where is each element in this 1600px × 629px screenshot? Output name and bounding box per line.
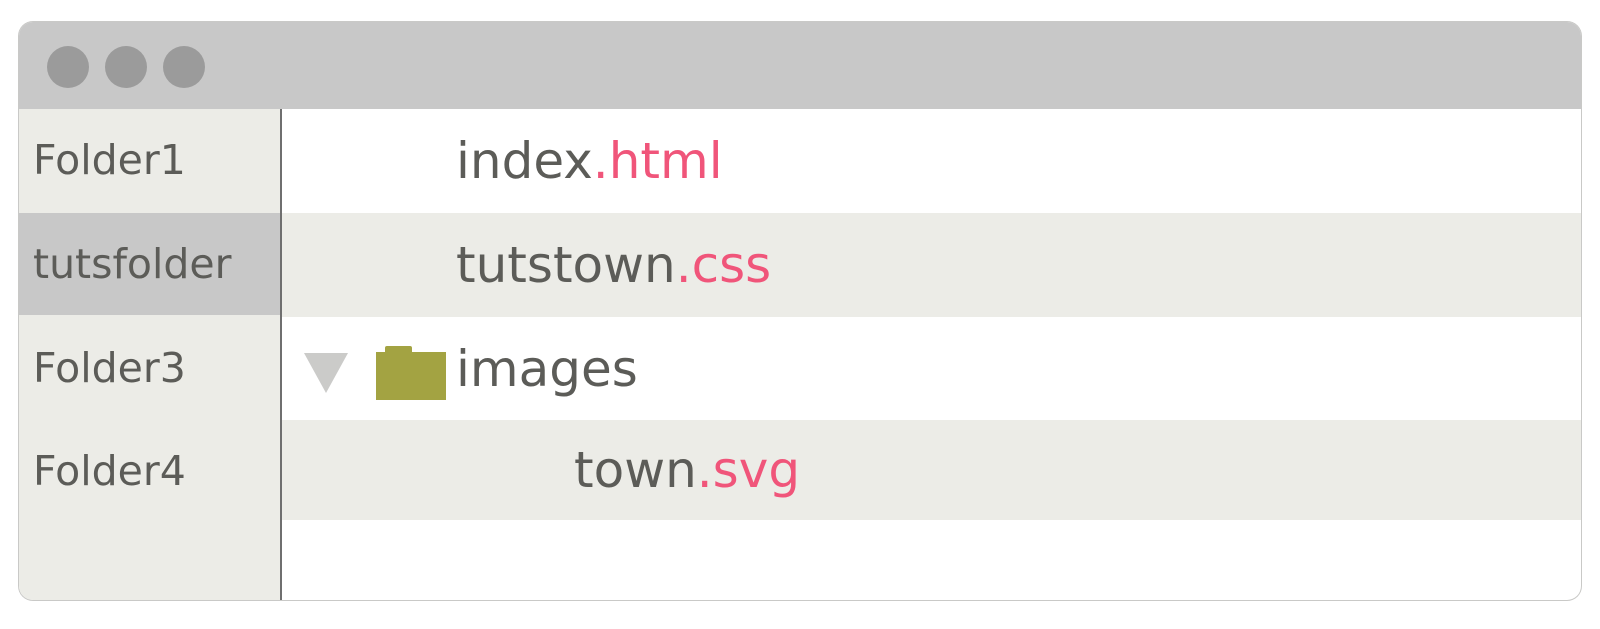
file-row-index-html[interactable]: index .html — [282, 109, 1581, 213]
file-name: index .html — [456, 109, 723, 213]
minimize-window-button[interactable] — [105, 46, 147, 88]
file-row-tutstown-css[interactable]: tutstown .css — [282, 213, 1581, 317]
sidebar-item-label: tutsfolder — [33, 240, 232, 288]
zoom-window-button[interactable] — [163, 46, 205, 88]
sidebar-item-folder4[interactable]: Folder4 — [19, 420, 280, 522]
sidebar-item-folder3[interactable]: Folder3 — [19, 317, 280, 419]
file-extension: .svg — [696, 441, 801, 499]
triangle-down-icon[interactable] — [304, 353, 348, 393]
folder-name: images — [456, 340, 638, 398]
folder-row-images[interactable]: images — [282, 317, 1581, 421]
file-extension: .css — [675, 236, 772, 294]
sidebar-item-tutsfolder[interactable]: tutsfolder — [19, 213, 280, 315]
sidebar-item-label: Folder1 — [33, 136, 186, 184]
sidebar-item-folder1[interactable]: Folder1 — [19, 109, 280, 211]
file-basename: town — [574, 441, 697, 499]
file-basename: tutstown — [456, 236, 676, 294]
sidebar-item-label: Folder4 — [33, 447, 186, 495]
file-name: images — [456, 317, 638, 421]
file-basename: index — [456, 132, 593, 190]
file-list: index .html tutstown .css images town .svg — [282, 109, 1581, 600]
folder-icon — [376, 346, 446, 400]
file-name: tutstown .css — [456, 213, 771, 317]
close-window-button[interactable] — [47, 46, 89, 88]
file-extension: .html — [592, 132, 723, 190]
file-browser-window: Folder1 tutsfolder Folder3 Folder4 index… — [19, 22, 1581, 600]
sidebar-item-label: Folder3 — [33, 344, 186, 392]
file-name: town .svg — [574, 420, 800, 520]
folder-sidebar: Folder1 tutsfolder Folder3 Folder4 — [19, 109, 282, 600]
title-bar — [19, 22, 1581, 109]
file-row-town-svg[interactable]: town .svg — [282, 420, 1581, 520]
